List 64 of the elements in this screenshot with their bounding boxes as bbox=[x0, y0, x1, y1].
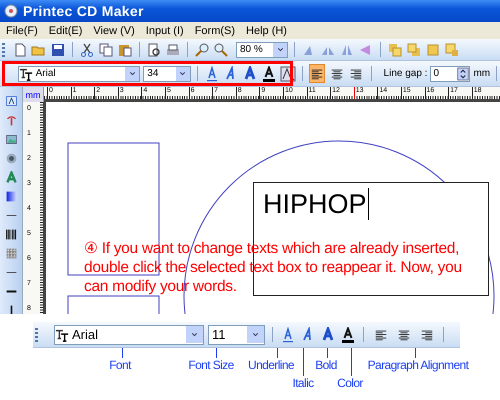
font-dropdown[interactable]: Arial bbox=[54, 324, 204, 344]
leader-line bbox=[351, 348, 352, 376]
chevron-down-icon bbox=[178, 69, 188, 78]
align-left-icon[interactable] bbox=[308, 64, 326, 83]
menu-item[interactable]: File(F) bbox=[2, 24, 45, 36]
ruler-unit: mm bbox=[23, 87, 44, 102]
zoom-out-icon[interactable] bbox=[213, 42, 229, 58]
line-gap-label: Line gap : bbox=[384, 68, 428, 79]
callout-label: Underline bbox=[248, 358, 294, 372]
leader-line bbox=[327, 348, 328, 358]
image-icon[interactable] bbox=[4, 133, 18, 146]
menu-item[interactable]: Help (H) bbox=[242, 24, 294, 36]
menu-item[interactable]: Input (I) bbox=[142, 24, 191, 36]
zoom-dropdown[interactable]: 80 % bbox=[236, 42, 288, 58]
callout-label: Font Size bbox=[188, 358, 234, 372]
chevron-down-icon bbox=[251, 330, 260, 339]
letter-art-icon[interactable] bbox=[4, 171, 18, 184]
bold-icon[interactable] bbox=[320, 326, 336, 342]
text-box-content: HIPHOP bbox=[263, 188, 369, 220]
send-back-icon[interactable] bbox=[406, 42, 422, 58]
unit-label: mm bbox=[473, 68, 490, 79]
callout-label: Color bbox=[337, 376, 363, 390]
text-tool-icon[interactable] bbox=[4, 95, 18, 108]
font-size-dropdown[interactable]: 34 bbox=[143, 66, 191, 82]
callout-label: Italic bbox=[292, 376, 314, 390]
text-color-icon[interactable] bbox=[340, 326, 356, 342]
printer-icon[interactable] bbox=[165, 42, 181, 58]
clipart-icon[interactable] bbox=[4, 152, 18, 165]
callout-label: Paragraph Alignment bbox=[368, 358, 468, 372]
scissors-icon[interactable] bbox=[79, 42, 95, 58]
leader-line bbox=[122, 348, 123, 358]
chevron-down-icon bbox=[128, 69, 137, 78]
leader-line bbox=[415, 348, 416, 358]
font-type-icon bbox=[55, 328, 69, 342]
backward-icon[interactable] bbox=[444, 42, 460, 58]
zoom-in-icon[interactable] bbox=[194, 42, 210, 58]
forward-icon[interactable] bbox=[425, 42, 441, 58]
callout-label: Bold bbox=[315, 358, 337, 372]
underline-icon[interactable] bbox=[280, 326, 296, 342]
chevron-down-icon bbox=[276, 45, 284, 54]
bring-front-icon[interactable] bbox=[387, 42, 403, 58]
font-dropdown[interactable]: Arial bbox=[18, 66, 140, 82]
menu-item[interactable]: View (V) bbox=[89, 24, 142, 36]
spinner-arrows-icon bbox=[457, 66, 470, 80]
font-size-dropdown[interactable]: 11 bbox=[208, 324, 265, 344]
callout-label: Font bbox=[109, 358, 131, 372]
menu-item[interactable]: Form(S) bbox=[190, 24, 242, 36]
barcode-icon[interactable] bbox=[4, 228, 18, 241]
leader-line bbox=[216, 348, 217, 358]
print-preview-icon[interactable] bbox=[146, 42, 162, 58]
gradient-icon[interactable] bbox=[4, 190, 18, 203]
menu-item[interactable]: Edit(E) bbox=[44, 24, 90, 36]
leader-line bbox=[277, 348, 278, 358]
app-icon bbox=[3, 3, 19, 19]
chevron-down-icon bbox=[190, 330, 199, 339]
pattern-icon[interactable] bbox=[4, 247, 18, 260]
save-icon[interactable] bbox=[50, 42, 66, 58]
line-gap-field[interactable]: 0 bbox=[430, 66, 470, 82]
arc-text-icon[interactable] bbox=[4, 114, 18, 127]
window-title: Printec CD Maker bbox=[23, 3, 144, 19]
font-type-icon bbox=[18, 66, 33, 80]
copy-icon[interactable] bbox=[98, 42, 114, 58]
text-color-icon[interactable] bbox=[260, 66, 277, 82]
leader-line bbox=[303, 348, 304, 376]
